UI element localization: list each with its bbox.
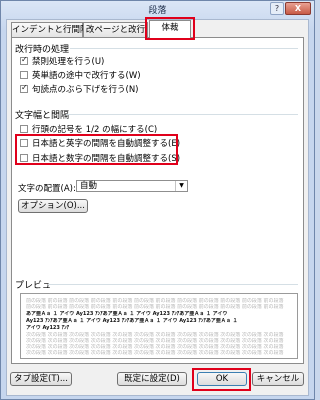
option-auto-space-numbers[interactable]: 日本語と数字の間隔を自動調整する(S) bbox=[20, 152, 181, 164]
tabs-button[interactable]: タブ設定(T)... bbox=[10, 372, 72, 386]
checkbox-word-wrap[interactable] bbox=[20, 70, 28, 79]
option-label: 句読点のぶら下げを行う(N) bbox=[32, 84, 139, 95]
close-button[interactable]: X bbox=[285, 2, 311, 15]
section-heading-spacing: 文字幅と間隔 bbox=[15, 111, 70, 121]
tab-panel: 改行時の処理 禁則処理を行う(U) 英単語の途中で改行する(W) 句読点のぶら下… bbox=[11, 37, 304, 364]
option-hanging-punctuation[interactable]: 句読点のぶら下げを行う(N) bbox=[20, 83, 139, 95]
section-divider bbox=[48, 284, 298, 285]
checkbox-hanging-punctuation[interactable] bbox=[20, 83, 28, 93]
section-divider bbox=[70, 48, 298, 49]
set-default-button[interactable]: 既定に設定(D) bbox=[117, 372, 187, 386]
align-label: 文字の配置(A): bbox=[18, 184, 76, 194]
align-value: 自動 bbox=[80, 181, 98, 191]
preview-next-paragraph: 次の段落 次の段落 次の段落 次の段落 次の段落 次の段落 次の段落 次の段落 … bbox=[26, 350, 284, 356]
option-label: 行頭の記号を 1/2 の幅にする(C) bbox=[32, 124, 158, 135]
checkbox-half-width-symbols[interactable] bbox=[20, 124, 28, 133]
tab-indent-spacing[interactable]: インデントと行間隔 bbox=[11, 22, 89, 37]
option-auto-space-latin[interactable]: 日本語と英字の間隔を自動調整する(E) bbox=[20, 137, 181, 149]
tab-line-page-breaks[interactable]: 改ページと改行 bbox=[83, 22, 148, 37]
option-word-wrap[interactable]: 英単語の途中で改行する(W) bbox=[20, 69, 141, 81]
checkbox-auto-space-latin[interactable] bbox=[20, 138, 28, 147]
preview-sample-line: アイウ Ay123 ｱﾝｱ bbox=[26, 325, 70, 331]
align-select[interactable]: 自動 ▼ bbox=[76, 180, 188, 192]
preview-box: 前の段落 前の段落 前の段落 前の段落 前の段落 前の段落 前の段落 前の段落 … bbox=[20, 293, 298, 359]
option-label: 禁則処理を行う(U) bbox=[32, 56, 105, 67]
dialog-title: 段落 bbox=[148, 6, 167, 16]
option-label: 日本語と数字の間隔を自動調整する(S) bbox=[32, 153, 181, 164]
option-half-width-symbols[interactable]: 行頭の記号を 1/2 の幅にする(C) bbox=[20, 123, 158, 135]
options-button[interactable]: オプション(O)... bbox=[18, 199, 88, 213]
help-button[interactable]: ? bbox=[270, 2, 284, 15]
preview-previous-paragraph: 前の段落 前の段落 前の段落 前の段落 前の段落 前の段落 前の段落 前の段落 … bbox=[26, 304, 284, 310]
option-label: 英単語の途中で改行する(W) bbox=[32, 70, 141, 81]
title-bar: 段落 ? X bbox=[1, 1, 314, 16]
preview-sample-line: Ay123 ｱﾝｱあア亜Ａａ １ アイウ Ay123 ｱﾝｱあア亜Ａａ １ アイ… bbox=[26, 318, 238, 324]
chevron-down-icon[interactable]: ▼ bbox=[175, 181, 187, 191]
checkbox-kinsoku[interactable] bbox=[20, 55, 28, 65]
section-heading-line-break: 改行時の処理 bbox=[15, 45, 70, 55]
checkbox-auto-space-numbers[interactable] bbox=[20, 153, 28, 162]
paragraph-dialog: 段落 ? X インデントと行間隔 改ページと改行 体裁 改行時の処理 禁則処理を… bbox=[0, 0, 315, 400]
preview-sample-line: あア亜Ａａ １ アイウ Ay123 ｱﾝｱあア亜Ａａ １ アイウ Ay123 ｱ… bbox=[26, 311, 228, 317]
section-divider bbox=[66, 114, 298, 115]
cancel-button[interactable]: キャンセル bbox=[252, 372, 304, 386]
dialog-body: インデントと行間隔 改ページと改行 体裁 改行時の処理 禁則処理を行う(U) 英… bbox=[6, 17, 309, 396]
option-label: 日本語と英字の間隔を自動調整する(E) bbox=[32, 138, 181, 149]
tab-asian-typography[interactable]: 体裁 bbox=[149, 20, 191, 38]
option-kinsoku[interactable]: 禁則処理を行う(U) bbox=[20, 55, 105, 67]
ok-button[interactable]: OK bbox=[197, 372, 247, 386]
